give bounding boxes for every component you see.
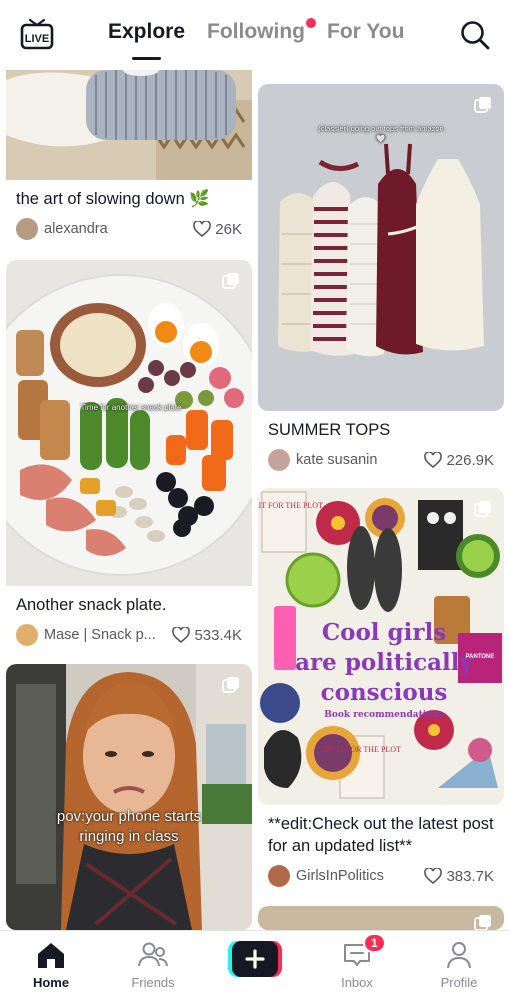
live-label: LIVE <box>25 33 49 45</box>
friends-icon <box>138 942 168 967</box>
tab-explore-label: Explore <box>108 20 186 43</box>
video-caption: Another snack plate. <box>16 596 167 614</box>
search-button[interactable] <box>460 20 490 50</box>
feed-tabs: Explore Following For You <box>108 18 404 60</box>
thumbnail-overlay-text: pov:your phone starts ringing in class <box>56 808 202 845</box>
nav-create[interactable] <box>204 931 306 1007</box>
avatar[interactable] <box>16 624 38 646</box>
avatar[interactable] <box>268 449 290 471</box>
multiple-photos-icon <box>222 273 239 289</box>
username[interactable]: Mase | Snack p... <box>44 627 172 643</box>
tab-explore[interactable]: Explore <box>108 20 186 60</box>
tab-for-you[interactable]: For You <box>327 20 404 44</box>
nav-friends[interactable]: Friends <box>102 931 204 1007</box>
heart-icon <box>193 221 212 237</box>
video-card[interactable]: the art of slowing down 🌿 alexandra 26K <box>6 40 252 250</box>
nav-profile[interactable]: Profile <box>408 931 510 1007</box>
collage-title: Cool girls are politically conscious Boo… <box>286 618 482 722</box>
multiple-photos-icon <box>474 915 491 930</box>
tab-following-label: Following <box>207 20 306 43</box>
avatar[interactable] <box>268 865 290 887</box>
tab-following[interactable]: Following <box>207 18 317 44</box>
video-meta: GirlsInPolitics 383.7K <box>258 857 504 889</box>
search-icon <box>461 21 490 50</box>
book-text: DO IT FOR THE PLOT <box>258 501 323 510</box>
multiple-photos-icon <box>474 97 491 113</box>
video-thumbnail[interactable]: Time for another snack plate <box>6 260 252 586</box>
video-thumbnail[interactable]: (classier) going out tops from amazon 🤍 <box>258 84 504 411</box>
collage-title-line: conscious <box>320 679 448 706</box>
heart-icon <box>424 868 443 884</box>
video-thumbnail[interactable]: pov:your phone starts ringing in class <box>6 664 252 930</box>
heart-icon <box>424 452 443 468</box>
multiple-photos-icon <box>474 501 491 517</box>
video-card[interactable]: (classier) going out tops from amazon 🤍 … <box>258 84 504 480</box>
video-caption: the art of slowing down 🌿 <box>16 190 210 208</box>
active-tab-indicator <box>132 57 162 60</box>
thumbnail-overlay-text: Time for another snack plate <box>80 403 182 412</box>
thumbnail-overlay-text: (classier) going out tops from amazon 🤍 <box>318 124 444 143</box>
video-meta: alexandra 26K <box>6 210 252 242</box>
like-count-value: 533.4K <box>194 626 242 644</box>
plus-icon <box>228 941 282 977</box>
username[interactable]: GirlsInPolitics <box>296 868 424 884</box>
heart-icon <box>172 627 191 643</box>
like-count-value: 226.9K <box>446 451 494 469</box>
collage-title-line: Cool girls <box>321 619 447 646</box>
video-caption: SUMMER TOPS <box>268 421 391 439</box>
book-text: DO IT FOR THE PLOT <box>323 745 401 754</box>
video-card[interactable]: pov:your phone starts ringing in class <box>6 664 252 930</box>
collage-title-line: are politically <box>295 649 473 676</box>
nav-friends-label: Friends <box>131 975 175 990</box>
like-count[interactable]: 533.4K <box>172 627 242 644</box>
top-header: LIVE Explore Following For You <box>0 0 510 70</box>
live-button[interactable]: LIVE <box>20 18 54 50</box>
nav-home[interactable]: Home <box>0 931 102 1007</box>
nav-inbox-label: Inbox <box>341 975 373 990</box>
nav-profile-label: Profile <box>440 975 478 990</box>
live-tv-icon: LIVE <box>20 18 54 50</box>
like-count[interactable]: 26K <box>193 221 242 238</box>
bottom-navigation: Home Friends 1 Inbox Profile <box>0 930 510 1007</box>
username[interactable]: kate susanin <box>296 452 424 468</box>
like-count-value: 26K <box>215 220 242 238</box>
video-card[interactable]: DO IT FOR THE PLOT DO IT FOR THE PLOT PA… <box>258 488 504 900</box>
profile-icon <box>447 942 471 969</box>
video-card[interactable]: Time for another snack plate Another sna… <box>6 260 252 652</box>
video-card[interactable] <box>258 906 504 930</box>
video-meta: Mase | Snack p... 533.4K <box>6 616 252 648</box>
video-thumbnail[interactable]: DO IT FOR THE PLOT DO IT FOR THE PLOT PA… <box>258 488 504 805</box>
username[interactable]: alexandra <box>44 221 193 237</box>
thumbnail-image <box>6 260 252 586</box>
nav-inbox[interactable]: 1 Inbox <box>306 931 408 1007</box>
like-count[interactable]: 226.9K <box>424 452 494 469</box>
new-content-dot <box>306 18 317 28</box>
nav-home-label: Home <box>32 975 70 990</box>
video-meta: kate susanin 226.9K <box>258 441 504 473</box>
home-icon <box>38 943 64 968</box>
avatar[interactable] <box>16 218 38 240</box>
collage-subtitle: Book recommendations <box>324 710 444 720</box>
thumbnail-image <box>6 664 252 930</box>
video-thumbnail[interactable] <box>258 906 504 930</box>
tab-for-you-label: For You <box>327 20 405 43</box>
video-caption: **edit:Check out the latest post for an … <box>268 815 494 855</box>
inbox-badge: 1 <box>363 933 386 953</box>
multiple-photos-icon <box>222 677 239 693</box>
like-count-value: 383.7K <box>446 867 494 885</box>
like-count[interactable]: 383.7K <box>424 868 494 885</box>
